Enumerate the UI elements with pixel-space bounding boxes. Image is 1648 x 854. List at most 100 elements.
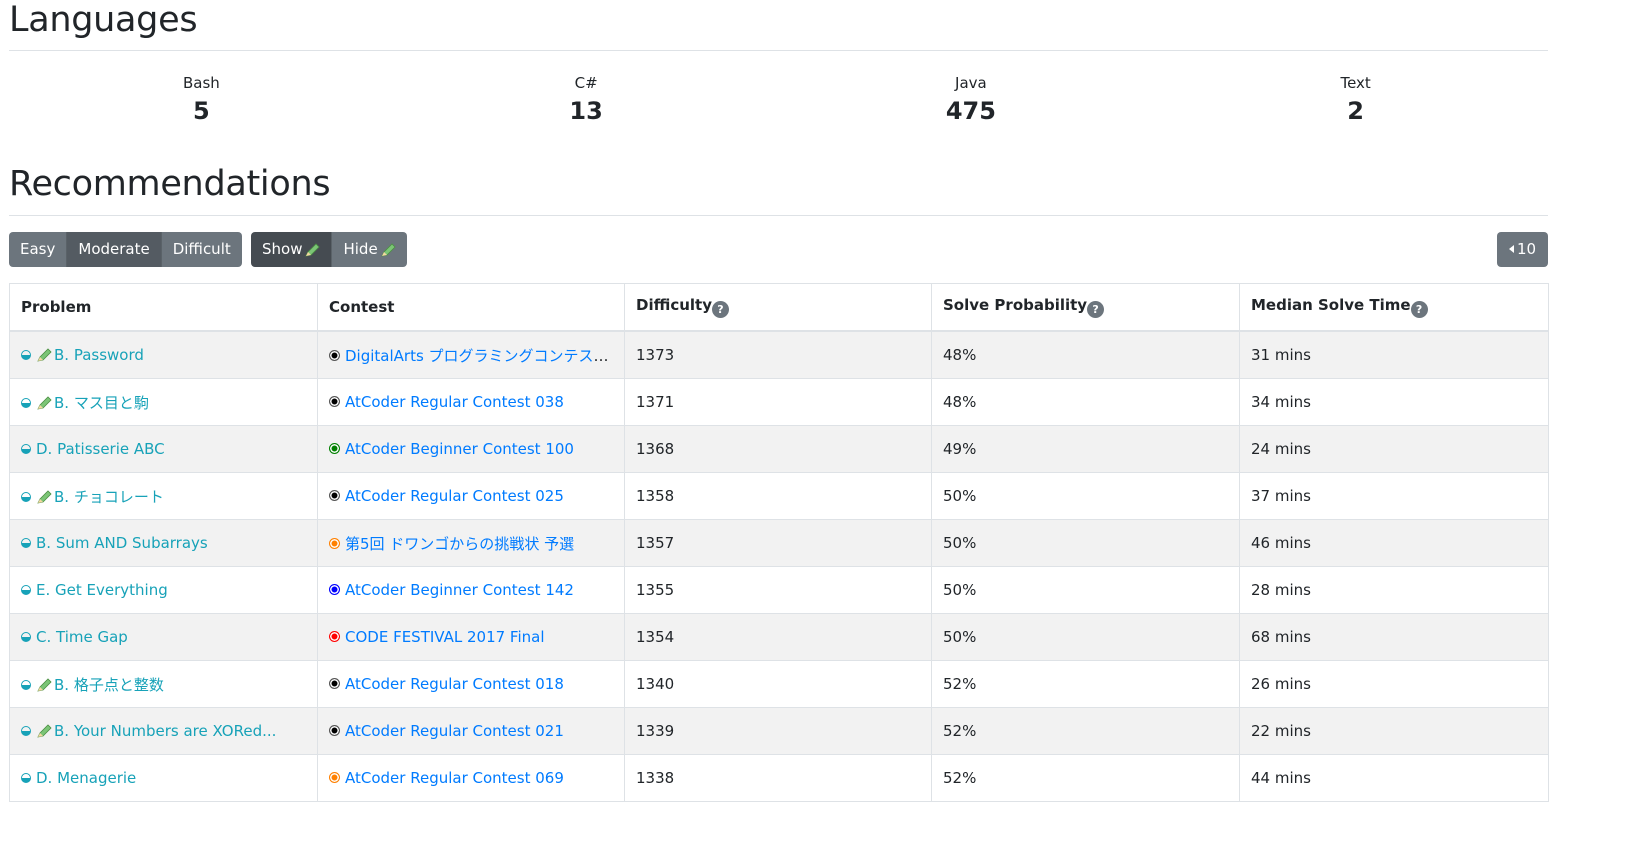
difficulty-circle-icon: [21, 632, 31, 642]
contest-cell: AtCoder Regular Contest 025: [317, 472, 625, 520]
problem-cell: B. Sum AND Subarrays: [9, 519, 318, 567]
table-row: B. Your Numbers are XORed... AtCoder Regu…: [9, 707, 1549, 755]
caret-left-icon: [1508, 245, 1514, 253]
difficulty-cell: 1355: [624, 566, 932, 614]
difficulty-cell: 1339: [624, 707, 932, 755]
difficulty-header[interactable]: Difficulty?: [624, 283, 932, 332]
language-stat: C# 13: [394, 70, 779, 140]
table-row: B. チョコレート AtCoder Regular Contest 025 1358…: [9, 472, 1549, 520]
language-stat: Bash 5: [9, 70, 394, 140]
median-time-cell: 31 mins: [1239, 330, 1549, 379]
language-stat: Java 475: [779, 70, 1164, 140]
page: Languages Bash 5 C# 13 Java 475 Text 2 R…: [0, 0, 1648, 854]
contest-cell: CODE FESTIVAL 2017 Final: [317, 613, 625, 661]
language-stats: Bash 5 C# 13 Java 475 Text 2: [9, 70, 1548, 140]
problem-link[interactable]: B. マス目と駒: [54, 394, 149, 412]
problem-link[interactable]: B. 格子点と整数: [54, 676, 164, 694]
difficulty-cell: 1357: [624, 519, 932, 567]
problem-link[interactable]: C. Time Gap: [36, 628, 128, 646]
pencil-icon: [37, 724, 52, 738]
contest-link[interactable]: AtCoder Beginner Contest 142: [345, 581, 574, 599]
table-header-row: Problem Contest Difficulty? Solve Probab…: [9, 283, 1549, 332]
problem-link[interactable]: D. Patisserie ABC: [36, 440, 165, 458]
hide-label: Hide: [343, 240, 378, 258]
language-count: 13: [569, 97, 603, 125]
easy-button[interactable]: Easy: [9, 232, 68, 267]
problem-link[interactable]: B. Password: [54, 346, 144, 364]
median-time-cell: 44 mins: [1239, 754, 1549, 802]
contest-link[interactable]: AtCoder Regular Contest 021: [345, 722, 564, 740]
probability-cell: 50%: [931, 566, 1240, 614]
help-icon[interactable]: ?: [1087, 301, 1105, 318]
difficulty-circle-icon: [21, 397, 31, 408]
probability-cell: 50%: [931, 519, 1240, 567]
problem-link[interactable]: B. チョコレート: [54, 488, 164, 506]
languages-title: Languages: [9, 0, 198, 40]
table-row: C. Time Gap CODE FESTIVAL 2017 Final 1354 5…: [9, 613, 1549, 661]
median-time-cell: 34 mins: [1239, 378, 1549, 426]
help-icon[interactable]: ?: [1410, 301, 1428, 318]
moderate-button[interactable]: Moderate: [67, 232, 162, 267]
page-size-label: 10: [1516, 240, 1537, 258]
difficulty-cell: 1358: [624, 472, 932, 520]
contest-link[interactable]: 第5回 ドワンゴからの挑戦状 予選: [345, 535, 574, 553]
table-row: D. Patisserie ABC AtCoder Beginner Contes…: [9, 425, 1549, 473]
probability-cell: 48%: [931, 330, 1240, 379]
median-time-cell: 24 mins: [1239, 425, 1549, 473]
experimental-filter: Show Hide: [251, 232, 407, 267]
pencil-icon: [37, 489, 52, 504]
difficulty-circle-icon: [21, 538, 31, 548]
difficulty-cell: 1338: [624, 754, 932, 802]
difficulty-cell: 1371: [624, 378, 932, 426]
table-row: B. Sum AND Subarrays 第5回 ドワンゴからの挑戦状 予選 135…: [9, 519, 1549, 567]
hide-experimental-button[interactable]: Hide: [332, 232, 407, 267]
contest-link[interactable]: AtCoder Beginner Contest 100: [345, 440, 574, 458]
problem-cell: B. チョコレート: [9, 472, 318, 520]
language-name: C#: [574, 74, 598, 92]
difficulty-cell: 1354: [624, 613, 932, 661]
problem-cell: D. Menagerie: [9, 754, 318, 802]
language-name: Java: [955, 74, 987, 92]
table-row: B. 格子点と整数 AtCoder Regular Contest 018 1340…: [9, 660, 1549, 708]
median-header[interactable]: Median Solve Time?: [1239, 283, 1549, 332]
pencil-icon: [305, 242, 321, 257]
difficulty-circle-icon: [21, 444, 31, 454]
median-time-cell: 68 mins: [1239, 613, 1549, 661]
difficulty-cell: 1340: [624, 660, 932, 708]
language-count: 5: [193, 97, 210, 125]
problem-link[interactable]: B. Sum AND Subarrays: [36, 534, 208, 552]
probability-header[interactable]: Solve Probability?: [931, 283, 1240, 332]
language-stat: Text 2: [1163, 70, 1548, 140]
probability-cell: 52%: [931, 707, 1240, 755]
contest-rating-icon: [329, 396, 340, 407]
contest-link[interactable]: DigitalArts プログラミングコンテスト2012: [345, 347, 624, 365]
contest-link[interactable]: CODE FESTIVAL 2017 Final: [345, 628, 545, 646]
contest-header[interactable]: Contest: [317, 283, 625, 332]
contest-cell: DigitalArts プログラミングコンテスト2012: [317, 330, 625, 379]
pencil-icon: [37, 348, 52, 362]
problem-link[interactable]: D. Menagerie: [36, 769, 136, 787]
divider: [9, 215, 1548, 216]
contest-link[interactable]: AtCoder Regular Contest 069: [345, 769, 564, 787]
problem-header[interactable]: Problem: [9, 283, 318, 332]
pencil-icon: [37, 677, 52, 692]
contest-rating-icon: [329, 678, 340, 689]
difficulty-circle-icon: [21, 491, 31, 502]
contest-link[interactable]: AtCoder Regular Contest 018: [345, 675, 564, 693]
contest-rating-icon: [329, 631, 340, 642]
probability-cell: 50%: [931, 613, 1240, 661]
page-size-button[interactable]: 10: [1497, 232, 1548, 267]
contest-rating-icon: [329, 772, 340, 783]
language-count: 475: [945, 97, 996, 125]
problem-link[interactable]: E. Get Everything: [36, 581, 168, 599]
problem-link[interactable]: B. Your Numbers are XORed...: [54, 722, 276, 740]
difficulty-cell: 1368: [624, 425, 932, 473]
contest-link[interactable]: AtCoder Regular Contest 038: [345, 393, 564, 411]
difficult-button[interactable]: Difficult: [161, 232, 242, 267]
probability-cell: 49%: [931, 425, 1240, 473]
contest-link[interactable]: AtCoder Regular Contest 025: [345, 487, 564, 505]
show-experimental-button[interactable]: Show: [251, 232, 333, 267]
help-icon[interactable]: ?: [711, 301, 729, 318]
difficulty-circle-icon: [21, 585, 31, 595]
contest-cell: AtCoder Regular Contest 021: [317, 707, 625, 755]
